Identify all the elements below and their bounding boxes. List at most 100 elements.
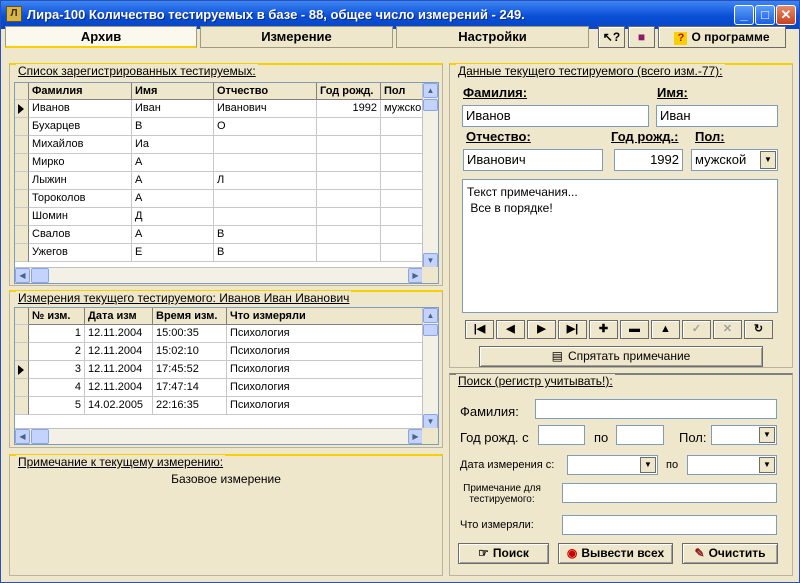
close-button[interactable]: ✕ — [776, 5, 796, 25]
col-time[interactable]: Время изм. — [153, 308, 227, 325]
last-record-button[interactable]: ▶| — [558, 320, 587, 339]
col-year[interactable]: Год рожд. — [317, 83, 381, 100]
subject-cell[interactable]: В — [132, 118, 214, 136]
subject-cell[interactable] — [317, 154, 381, 172]
scroll-left-icon[interactable]: ◀ — [15, 429, 30, 444]
subject-cell[interactable]: Е — [132, 244, 214, 262]
measurements-grid[interactable]: № изм. Дата изм Время изм. Что измеряли … — [14, 307, 439, 445]
scroll-thumb[interactable] — [423, 324, 438, 336]
scroll-right-icon[interactable]: ▶ — [408, 268, 423, 283]
subject-cell[interactable]: 1992 — [317, 100, 381, 118]
measurement-cell[interactable]: Психология — [227, 361, 423, 379]
measurement-cell[interactable]: Психология — [227, 325, 423, 343]
measurement-cell[interactable]: 2 — [29, 343, 85, 361]
sex-select[interactable]: мужской ▼ — [691, 149, 778, 171]
subject-cell[interactable]: В — [214, 226, 317, 244]
subject-cell[interactable] — [317, 244, 381, 262]
row-indicator[interactable] — [15, 226, 29, 244]
scroll-up-icon[interactable]: ▲ — [423, 83, 438, 98]
subject-cell[interactable]: Мирко — [29, 154, 132, 172]
measurement-cell[interactable]: 14.02.2005 — [85, 397, 153, 415]
subject-cell[interactable]: Иван — [132, 100, 214, 118]
subject-cell[interactable]: В — [214, 244, 317, 262]
subject-cell[interactable] — [317, 208, 381, 226]
subject-cell[interactable] — [317, 172, 381, 190]
subject-cell[interactable] — [381, 208, 425, 226]
add-record-button[interactable]: ✚ — [589, 320, 618, 339]
scroll-down-icon[interactable]: ▼ — [423, 414, 438, 429]
row-indicator[interactable] — [15, 361, 29, 379]
search-year-to-input[interactable] — [616, 425, 664, 445]
subject-cell[interactable] — [214, 208, 317, 226]
subject-cell[interactable]: Иванович — [214, 100, 317, 118]
row-indicator[interactable] — [15, 244, 29, 262]
search-button[interactable]: ☞ Поиск — [458, 543, 549, 564]
measurement-cell[interactable]: 12.11.2004 — [85, 343, 153, 361]
scroll-left-icon[interactable]: ◀ — [15, 268, 30, 283]
subject-cell[interactable]: А — [132, 226, 214, 244]
search-what-input[interactable] — [562, 515, 777, 535]
subject-cell[interactable] — [317, 136, 381, 154]
scroll-down-icon[interactable]: ▼ — [423, 253, 438, 268]
subject-cell[interactable] — [214, 136, 317, 154]
measurement-cell[interactable]: 22:16:35 — [153, 397, 227, 415]
col-surname[interactable]: Фамилия — [29, 83, 132, 100]
next-record-button[interactable]: ▶ — [527, 320, 556, 339]
book-button[interactable]: ■ — [628, 26, 655, 48]
measurement-cell[interactable]: 17:45:52 — [153, 361, 227, 379]
subject-cell[interactable] — [381, 154, 425, 172]
subject-cell[interactable] — [317, 226, 381, 244]
subject-cell[interactable] — [317, 118, 381, 136]
measurement-cell[interactable]: 4 — [29, 379, 85, 397]
row-indicator[interactable] — [15, 118, 29, 136]
subject-cell[interactable]: Тороколов — [29, 190, 132, 208]
minimize-button[interactable]: _ — [734, 5, 754, 25]
col-patronymic[interactable]: Отчество — [214, 83, 317, 100]
year-field[interactable]: 1992 — [614, 149, 683, 171]
row-indicator[interactable] — [15, 343, 29, 361]
subjects-hscroll[interactable]: ◀ ▶ — [15, 267, 423, 283]
row-indicator[interactable] — [15, 172, 29, 190]
tab-settings[interactable]: Настройки — [396, 26, 589, 48]
scroll-right-icon[interactable]: ▶ — [408, 429, 423, 444]
col-what[interactable]: Что измеряли — [227, 308, 423, 325]
measurement-cell[interactable]: Психология — [227, 343, 423, 361]
subject-cell[interactable] — [381, 226, 425, 244]
measurement-cell[interactable]: Психология — [227, 379, 423, 397]
cancel-record-button[interactable]: ✕ — [713, 320, 742, 339]
refresh-button[interactable]: ↻ — [744, 320, 773, 339]
clear-button[interactable]: ✎ Очистить — [682, 543, 778, 564]
search-sex-select[interactable]: ▼ — [711, 425, 777, 445]
row-indicator[interactable] — [15, 325, 29, 343]
delete-record-button[interactable]: ▬ — [620, 320, 649, 339]
search-year-from-input[interactable] — [538, 425, 585, 445]
chevron-down-icon[interactable]: ▼ — [759, 457, 775, 473]
measurement-cell[interactable]: 15:00:35 — [153, 325, 227, 343]
search-date-to-select[interactable]: ▼ — [687, 455, 777, 475]
chevron-down-icon[interactable]: ▼ — [640, 457, 656, 473]
subject-cell[interactable]: А — [132, 172, 214, 190]
subjects-vscroll[interactable]: ▲ ▼ — [422, 83, 438, 268]
measurement-cell[interactable]: 1 — [29, 325, 85, 343]
search-surname-input[interactable] — [535, 399, 777, 419]
search-note-input[interactable] — [562, 483, 777, 503]
chevron-down-icon[interactable]: ▼ — [759, 427, 775, 443]
row-indicator[interactable] — [15, 208, 29, 226]
measurements-vscroll[interactable]: ▲ ▼ — [422, 308, 438, 429]
subject-cell[interactable]: Иванов — [29, 100, 132, 118]
tab-measurement[interactable]: Измерение — [200, 26, 393, 48]
col-sex[interactable]: Пол — [381, 83, 425, 100]
subject-cell[interactable]: Д — [132, 208, 214, 226]
row-indicator[interactable] — [15, 190, 29, 208]
scroll-thumb[interactable] — [31, 268, 49, 283]
col-date[interactable]: Дата изм — [85, 308, 153, 325]
measurement-cell[interactable]: 17:47:14 — [153, 379, 227, 397]
edit-record-button[interactable]: ▲ — [651, 320, 680, 339]
measurement-cell[interactable]: 15:02:10 — [153, 343, 227, 361]
measurement-cell[interactable]: Психология — [227, 397, 423, 415]
about-button[interactable]: ? О программе — [658, 26, 786, 48]
subject-cell[interactable]: А — [132, 154, 214, 172]
subject-cell[interactable]: А — [132, 190, 214, 208]
surname-field[interactable]: Иванов — [462, 105, 649, 127]
maximize-button[interactable]: □ — [755, 5, 775, 25]
